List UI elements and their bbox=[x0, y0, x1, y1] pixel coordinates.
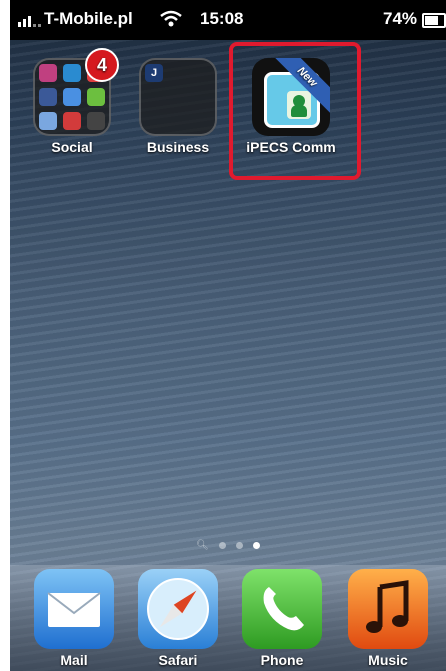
music-note-icon bbox=[348, 569, 428, 649]
business-folder[interactable]: J Business bbox=[130, 58, 226, 155]
app-label: Phone bbox=[260, 652, 304, 668]
mail-app[interactable]: Mail bbox=[32, 569, 116, 668]
folder-icon: 4 bbox=[33, 48, 119, 136]
music-app[interactable]: Music bbox=[346, 569, 430, 668]
page-dot bbox=[218, 542, 226, 549]
folder-icon: J bbox=[139, 58, 217, 136]
app-label: Business bbox=[146, 139, 210, 155]
page-indicator[interactable]: 🔍︎ bbox=[10, 540, 446, 551]
home-screen: T-Mobile.pl 15:08 74% 4 Social J Busines… bbox=[10, 0, 446, 671]
safari-compass-icon bbox=[138, 569, 218, 649]
app-label: Safari bbox=[158, 652, 198, 668]
app-label: Music bbox=[368, 652, 408, 668]
phone-icon bbox=[242, 569, 322, 649]
mail-icon bbox=[34, 569, 114, 649]
status-bar: T-Mobile.pl 15:08 74% bbox=[10, 0, 446, 40]
notification-badge: 4 bbox=[85, 48, 119, 82]
page-dot-active bbox=[252, 542, 260, 549]
app-label: Mail bbox=[60, 652, 88, 668]
carrier-label: T-Mobile.pl bbox=[44, 9, 133, 28]
search-icon: 🔍︎ bbox=[196, 540, 209, 551]
app-label: Social bbox=[51, 139, 93, 155]
page-dot bbox=[235, 542, 243, 549]
social-folder[interactable]: 4 Social bbox=[30, 48, 119, 155]
wifi-icon bbox=[160, 10, 182, 27]
signal-icon bbox=[18, 13, 41, 27]
battery-percent: 74% bbox=[383, 9, 418, 28]
battery-icon bbox=[422, 13, 446, 28]
safari-app[interactable]: Safari bbox=[136, 569, 220, 668]
dock: Mail Safari Phone Music bbox=[10, 565, 446, 671]
highlight-box bbox=[229, 42, 361, 180]
phone-app[interactable]: Phone bbox=[240, 569, 324, 668]
clock: 15:08 bbox=[200, 9, 244, 28]
